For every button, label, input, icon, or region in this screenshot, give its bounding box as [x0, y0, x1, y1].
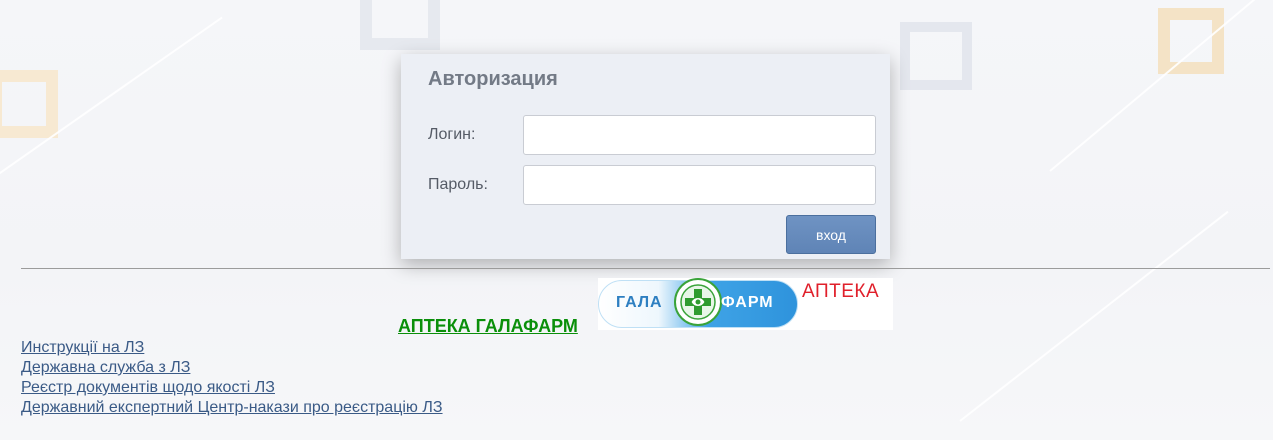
password-label: Пароль:	[428, 176, 488, 193]
login-input[interactable]	[523, 115, 876, 155]
background-decoration	[1158, 8, 1224, 74]
list-item: Инструкції на ЛЗ	[21, 338, 443, 358]
pharmacy-link[interactable]: АПТЕКА ГАЛАФАРМ	[398, 316, 578, 337]
login-label: Логин:	[428, 126, 476, 143]
login-title: Авторизация	[428, 68, 558, 90]
pharmacy-cross-icon	[674, 278, 722, 326]
login-panel: Авторизация Логин: Пароль: вход	[401, 54, 890, 259]
link-quality-registry[interactable]: Реєстр документів щодо якості ЛЗ	[21, 379, 275, 396]
links-list: Инструкції на ЛЗ Державна служба з ЛЗ Ре…	[21, 338, 443, 418]
password-input[interactable]	[523, 165, 876, 205]
logo-text-left: ГАЛА	[616, 294, 663, 311]
link-instructions[interactable]: Инструкції на ЛЗ	[21, 339, 144, 356]
background-decoration	[900, 22, 972, 90]
list-item: Державний експертний Центр-накази про ре…	[21, 398, 443, 418]
link-state-service[interactable]: Державна служба з ЛЗ	[21, 359, 190, 376]
list-item: Реєстр документів щодо якості ЛЗ	[21, 378, 443, 398]
divider	[21, 268, 1270, 269]
login-button[interactable]: вход	[786, 215, 876, 254]
background-decoration	[0, 70, 58, 138]
list-item: Державна служба з ЛЗ	[21, 358, 443, 378]
logo-word: АПТЕКА	[802, 281, 880, 302]
background-decoration	[360, 0, 440, 50]
background-decoration	[959, 210, 1229, 422]
logo-text-right: ФАРМ	[721, 294, 774, 311]
pharmacy-logo[interactable]: ГАЛА ФАРМ АПТЕКА	[598, 278, 893, 330]
link-expert-center[interactable]: Державний експертний Центр-накази про ре…	[21, 399, 443, 416]
